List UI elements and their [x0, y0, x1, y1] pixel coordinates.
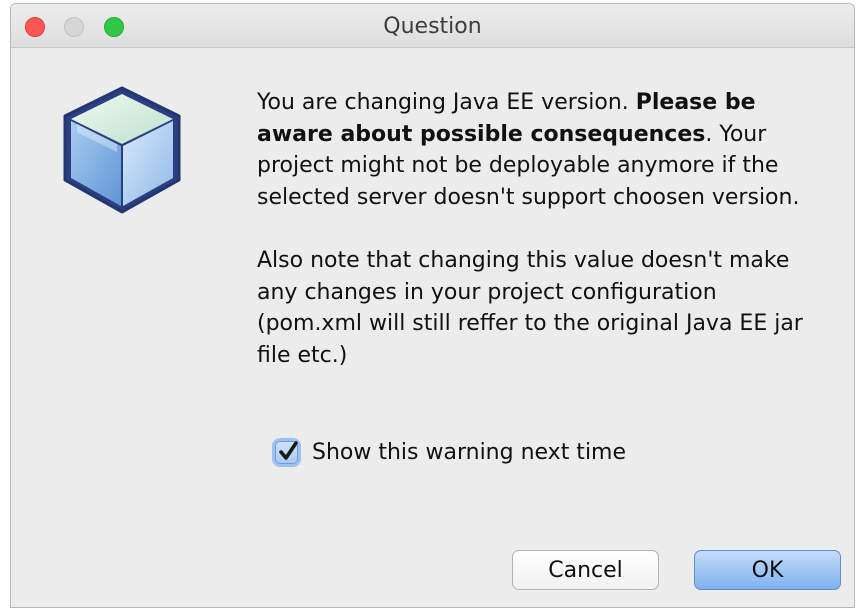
checkmark-icon — [279, 440, 298, 460]
netbeans-cube-icon — [63, 86, 181, 214]
cancel-button[interactable]: Cancel — [512, 550, 659, 590]
message-text-intro: You are changing Java EE version. — [257, 90, 636, 115]
show-warning-checkbox-row[interactable]: Show this warning next time — [270, 436, 626, 468]
message-paragraph-warning: You are changing Java EE version. Please… — [257, 87, 817, 213]
window-title: Question — [383, 14, 482, 39]
title-bar[interactable]: Question — [11, 4, 854, 48]
ok-button[interactable]: OK — [694, 550, 841, 590]
message-paragraph-note: Also note that changing this value doesn… — [257, 248, 803, 368]
show-warning-label[interactable]: Show this warning next time — [312, 440, 626, 465]
show-warning-checkbox[interactable] — [275, 440, 298, 464]
dialog-message: You are changing Java EE version. Please… — [257, 87, 817, 371]
question-dialog: Question You are changing Java EE versio… — [10, 3, 855, 608]
